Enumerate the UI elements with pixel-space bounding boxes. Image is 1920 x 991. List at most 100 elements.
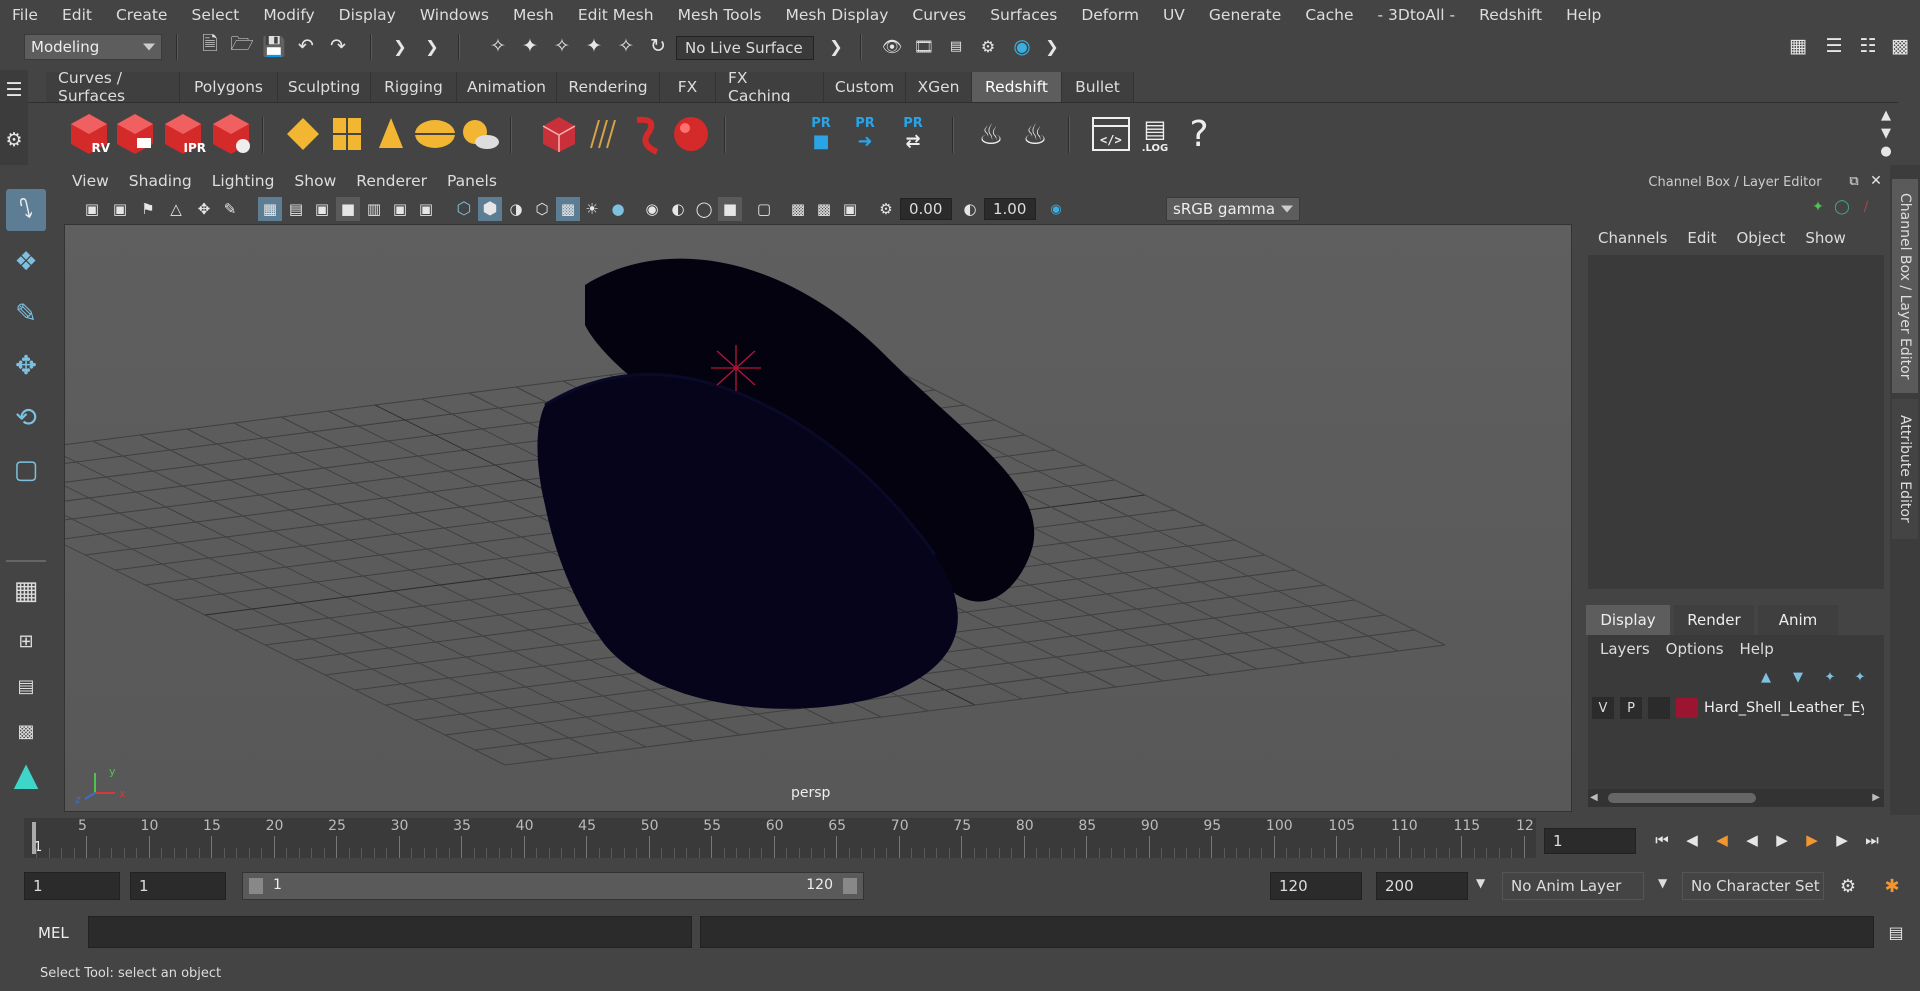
go-to-start-icon[interactable]: ⏮ (1650, 828, 1674, 852)
anti-aliasing-icon[interactable]: ◐ (666, 197, 690, 221)
area-light-icon[interactable] (280, 111, 326, 157)
live-surface-field[interactable]: No Live Surface (676, 36, 814, 60)
xray-icon[interactable]: ▩ (786, 197, 810, 221)
channel-box-toggle-icon[interactable]: ▩ (1888, 34, 1912, 58)
menu-select[interactable]: Select (179, 6, 251, 24)
redshift-settings-icon[interactable] (208, 111, 254, 157)
default-material-icon[interactable]: ◑ (504, 197, 528, 221)
play-forwards-icon[interactable]: ▶ (1770, 828, 1794, 852)
manipulator-icon[interactable]: ✦ (1806, 195, 1830, 219)
anim-layer-dropdown[interactable]: No Anim Layer (1502, 872, 1644, 900)
shelf-tab-custom[interactable]: Custom (824, 72, 906, 102)
script-editor-icon[interactable]: </> (1088, 111, 1134, 157)
shelf-tab-polygons[interactable]: Polygons (180, 72, 278, 102)
menu-modify[interactable]: Modify (251, 6, 326, 24)
undo-icon[interactable]: ↶ (294, 34, 318, 58)
snap-live-icon[interactable]: ↻ (646, 34, 670, 58)
new-scene-icon[interactable]: 🗎 (198, 33, 222, 58)
menu-file[interactable]: File (0, 6, 50, 24)
viewport-persp[interactable]: y x z persp (64, 224, 1572, 812)
safe-action-icon[interactable]: ▣ (388, 197, 412, 221)
menu-mesh-tools[interactable]: Mesh Tools (666, 6, 774, 24)
redshift-ipr-icon[interactable]: IPR (160, 111, 206, 157)
portal-light-icon[interactable] (324, 111, 370, 157)
step-forward-key-icon[interactable]: ▶ (1800, 828, 1824, 852)
film-gate-icon[interactable]: ▤ (284, 197, 308, 221)
smooth-shade-icon[interactable]: ⬢ (478, 197, 502, 221)
layer-row[interactable]: V P Hard_Shell_Leather_Ey (1592, 695, 1880, 721)
shelf-tab-sculpting[interactable]: Sculpting (278, 72, 371, 102)
exposure-field[interactable]: 0.00 (900, 198, 952, 220)
channel-box-menu-edit[interactable]: Edit (1677, 229, 1726, 247)
color-management-icon[interactable]: ◉ (1044, 197, 1068, 221)
play-backwards-icon[interactable]: ◀ (1740, 828, 1764, 852)
scroll-right-icon[interactable]: ▶ (1872, 792, 1880, 803)
menu-help[interactable]: Help (1554, 6, 1613, 24)
go-to-end-icon[interactable]: ⏭ (1860, 828, 1884, 852)
scrollbar-thumb[interactable] (1608, 793, 1756, 803)
shelf-tab-fx-caching[interactable]: FX Caching (716, 69, 824, 105)
script-editor-icon[interactable]: ▤ (1884, 920, 1908, 944)
viewport-menu-renderer[interactable]: Renderer (346, 172, 437, 190)
rotate-tool-icon[interactable]: ⟲ (6, 397, 46, 439)
selection-mode-icon[interactable]: ❯ (420, 34, 444, 58)
single-view-layout-icon[interactable]: ▦ (6, 570, 46, 612)
outliner-layout-icon[interactable]: ▤ (6, 665, 46, 707)
range-end-handle[interactable] (843, 878, 857, 894)
shelf-tab-animation[interactable]: Animation (457, 72, 557, 102)
cmd-language-label[interactable]: MEL (38, 924, 69, 942)
step-forward-icon[interactable]: ▶ (1830, 828, 1854, 852)
render-view-icon[interactable]: 👁 (880, 34, 904, 58)
render-frame-icon[interactable]: 🎞 (912, 34, 936, 58)
animation-preferences-icon[interactable]: ✱ (1880, 874, 1904, 898)
layer-tab-render[interactable]: Render (1674, 605, 1754, 635)
hyperbolic-icon[interactable]: ∕ (1854, 195, 1878, 219)
textured-icon[interactable]: ▩ (556, 197, 580, 221)
shelf-more-icon[interactable]: ● (1874, 139, 1898, 163)
shelf-menu-icon[interactable]: ☰ (2, 78, 26, 102)
maya-logo-icon[interactable]: ▲ (6, 753, 46, 795)
time-slider[interactable]: 1 5 10 15 20 25 30 35 40 45 50 55 60 65 70 75 80 85 90 95 1… (24, 818, 1536, 858)
isolate-select-icon[interactable]: ▢ (752, 197, 776, 221)
field-chart-icon[interactable]: ▥ (362, 197, 386, 221)
channel-box-menu-object[interactable]: Object (1726, 229, 1795, 247)
resolution-gate-icon[interactable]: ▣ (310, 197, 334, 221)
channel-box-menu-show[interactable]: Show (1795, 229, 1855, 247)
wireframe-on-shaded-icon[interactable]: ⬡ (530, 197, 554, 221)
grease-pencil-icon[interactable]: ✎ (218, 197, 242, 221)
new-layer-icon[interactable]: ✦ (1818, 665, 1842, 689)
layer-visibility-toggle[interactable]: V (1592, 697, 1614, 719)
ambient-occlusion-icon[interactable]: ◉ (640, 197, 664, 221)
depth-of-field-icon[interactable]: ◯ (692, 197, 716, 221)
menu-windows[interactable]: Windows (408, 6, 501, 24)
outliner-toggle-icon[interactable]: ☰ (1822, 34, 1846, 58)
menu-deform[interactable]: Deform (1069, 6, 1151, 24)
redo-icon[interactable]: ↷ (326, 34, 350, 58)
shelf-settings-icon[interactable]: ⚙ (2, 128, 26, 152)
curve-object-icon[interactable] (624, 111, 670, 157)
menu-mesh-display[interactable]: Mesh Display (774, 6, 901, 24)
shelf-tab-xgen[interactable]: XGen (906, 72, 972, 102)
move-tool-icon[interactable]: ✥ (6, 345, 46, 387)
workspace-icon[interactable]: ▦ (1786, 34, 1810, 58)
snap-point-icon[interactable]: ✧ (550, 34, 574, 58)
menu-set-dropdown[interactable]: Modeling (24, 34, 162, 60)
menu-surfaces[interactable]: Surfaces (978, 6, 1069, 24)
gamma-field[interactable]: 1.00 (984, 198, 1036, 220)
expand-icon[interactable]: ❯ (1040, 34, 1064, 58)
image-plane-icon[interactable]: △ (164, 197, 188, 221)
dome-light-icon[interactable] (412, 111, 458, 157)
sphere-object-icon[interactable] (668, 111, 714, 157)
bake-settings-icon[interactable]: ♨ (1012, 111, 1058, 157)
bake-icon[interactable]: ♨ (968, 111, 1014, 157)
auto-key-icon[interactable]: ⚙ (1836, 874, 1860, 898)
xray-components-icon[interactable]: ▣ (838, 197, 862, 221)
log-icon[interactable]: ▤ .LOG (1132, 111, 1178, 157)
layer-reference-toggle[interactable] (1648, 697, 1670, 719)
tab-channel-box[interactable]: Channel Box / Layer Editor (1892, 179, 1918, 393)
current-frame-field[interactable]: 1 (1544, 828, 1636, 854)
bookmark-icon[interactable]: ⚑ (136, 197, 160, 221)
open-scene-icon[interactable]: 🗁 (230, 33, 254, 58)
layer-name[interactable]: Hard_Shell_Leather_Ey (1704, 700, 1864, 716)
new-layer-selected-icon[interactable]: ✦ (1848, 665, 1872, 689)
